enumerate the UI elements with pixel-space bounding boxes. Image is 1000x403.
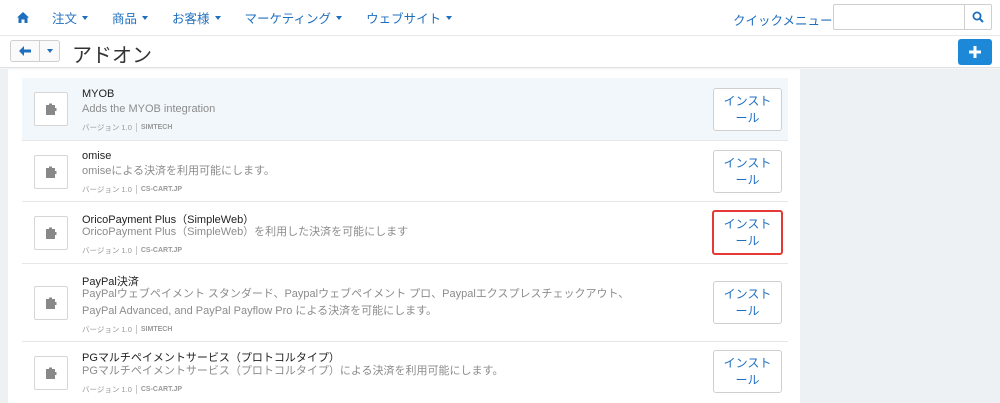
addon-meta: バージョン 1.0 SIMTECH [82,324,172,335]
install-label-line2: ール [735,173,760,187]
addon-version: バージョン 1.0 [82,325,132,334]
arrow-left-icon [19,46,31,56]
addon-row: PayPal決済 PayPalウェブペイメント スタンダード、Paypalウェブ… [22,264,788,342]
addon-row: PGマルチペイメントサービス（プロトコルタイプ） PGマルチペイメントサービス（… [22,342,788,403]
addon-version: バージョン 1.0 [82,246,132,255]
search-icon [972,11,984,23]
install-button[interactable]: インスト ール [712,210,783,255]
nav-item-marketing[interactable]: マーケティング [233,0,355,36]
puzzle-icon [34,92,68,126]
back-button[interactable] [10,40,40,62]
addon-description: PGマルチペイメントサービス（プロトコルタイプ）による決済を利用可能にします。 [82,365,504,377]
divider [135,246,137,255]
addon-author: SIMTECH [140,124,173,131]
addon-row: OricoPayment Plus（SimpleWeb） OricoPaymen… [22,202,788,264]
addon-meta: バージョン 1.0 SIMTECH [82,122,172,133]
divider [135,123,137,132]
caret-down-icon [142,15,149,20]
addon-description: OricoPayment Plus（SimpleWeb）を利用した決済を可能にし… [82,226,409,238]
install-button[interactable]: インスト ール [713,281,782,324]
nav-item-label: 注文 [52,12,78,26]
install-label-line2: ール [735,111,760,125]
divider [135,185,137,194]
puzzle-icon [34,216,68,250]
nav-menu: 注文 商品 お客様 マーケティング ウェブサイト [40,0,464,36]
nav-item-label: マーケティング [244,12,332,26]
install-label-line1: インスト [723,94,772,108]
addon-meta: バージョン 1.0 CS-CART.JP [82,384,182,395]
install-label-line2: ール [735,373,760,387]
install-label-line2: ール [735,234,760,248]
nav-item-label: ウェブサイト [366,12,442,26]
nav-item-label: お客様 [172,12,210,26]
home-icon[interactable] [17,12,29,24]
quick-menu-link[interactable]: クイックメニュー [733,10,833,29]
caret-down-icon [214,15,221,20]
addon-meta: バージョン 1.0 CS-CART.JP [82,245,182,256]
addon-row: MYOB Adds the MYOB integration バージョン 1.0… [22,78,788,141]
add-button[interactable] [958,39,992,65]
install-label-line1: インスト [723,287,772,301]
plus-icon [969,46,981,58]
addon-version: バージョン 1.0 [82,123,132,132]
page-title: アドオン [72,45,152,67]
page-header: アドオン [0,36,1000,68]
sidebar-panel [800,69,1000,403]
left-gutter [0,69,8,403]
addon-description-line2: PayPal Advanced, and PayPal Payflow Pro … [82,305,437,317]
addon-meta: バージョン 1.0 CS-CART.JP [82,184,182,195]
install-button[interactable]: インスト ール [713,88,782,131]
divider [135,325,137,334]
nav-item-products[interactable]: 商品 [100,0,160,36]
addon-author: CS-CART.JP [140,386,183,393]
nav-item-label: 商品 [112,12,138,26]
nav-item-website[interactable]: ウェブサイト [354,0,464,36]
nav-item-orders[interactable]: 注文 [40,0,100,36]
top-navigation: 注文 商品 お客様 マーケティング ウェブサイト クイックメニュー [0,0,1000,36]
caret-down-icon [336,15,343,20]
addon-row: omise omiseによる決済を利用可能にします。 バージョン 1.0 CS-… [22,141,788,202]
install-button[interactable]: インスト ール [713,150,782,193]
addon-name: MYOB [82,88,115,100]
install-label-line1: インスト [723,356,772,370]
addon-list: MYOB Adds the MYOB integration バージョン 1.0… [22,78,788,403]
search-input[interactable] [833,4,964,30]
addon-author: CS-CART.JP [140,247,183,254]
install-button[interactable]: インスト ール [713,350,782,393]
addon-description: omiseによる決済を利用可能にします。 [82,165,275,177]
install-label-line2: ール [735,304,760,318]
nav-item-customers[interactable]: お客様 [160,0,233,36]
addon-version: バージョン 1.0 [82,185,132,194]
caret-down-icon [46,49,53,53]
puzzle-icon [34,356,68,390]
addon-version: バージョン 1.0 [82,385,132,394]
puzzle-icon [34,286,68,320]
addon-description-line1: PayPalウェブペイメント スタンダード、Paypalウェブペイメント プロ、… [82,288,630,300]
puzzle-icon [34,155,68,189]
addon-name: omise [82,150,112,162]
divider [135,385,137,394]
install-label-line1: インスト [723,217,772,231]
history-dropdown-button[interactable] [40,40,60,62]
caret-down-icon [446,15,453,20]
addon-description: Adds the MYOB integration [82,103,216,115]
search-button[interactable] [964,4,992,30]
caret-down-icon [82,15,89,20]
addon-author: SIMTECH [140,326,173,333]
install-label-line1: インスト [723,156,772,170]
addon-author: CS-CART.JP [140,186,183,193]
